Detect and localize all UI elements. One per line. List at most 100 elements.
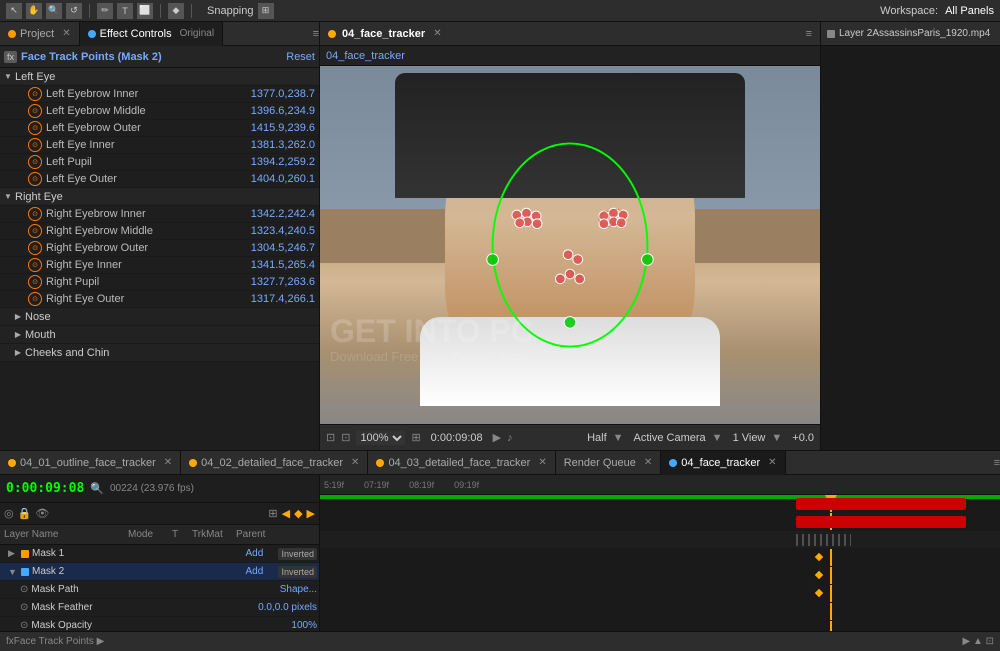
right-eyebrow-middle[interactable]: ⊙ Right Eyebrow Middle 1323.4,240.5	[0, 223, 319, 240]
solo-icon[interactable]: ◎	[4, 507, 14, 520]
mask1-expand[interactable]: ▶	[8, 548, 18, 559]
reset-button[interactable]: Reset	[286, 51, 315, 63]
viewer-icon-2[interactable]: ⊡	[341, 431, 350, 444]
tab-dot-02	[189, 459, 197, 467]
mask2-color	[21, 568, 29, 576]
stopwatch-icon-10: ⊙	[28, 275, 42, 289]
center-panel: 04_face_tracker ✕ ≡ 04_face_tracker	[320, 22, 820, 450]
nose-expand-icon	[14, 313, 22, 321]
layer-mask2[interactable]: ▼ Mask 2 Add Inverted	[0, 563, 319, 581]
col-t: T	[172, 529, 188, 540]
comp-panel-menu[interactable]: ≡	[806, 28, 812, 40]
zoom-select[interactable]: 100% 50% 200%	[356, 431, 405, 445]
layer-viewer-area	[821, 46, 1000, 450]
section-nose[interactable]: Nose	[0, 308, 319, 326]
left-eye-outer[interactable]: ⊙ Left Eye Outer 1404.0,260.1	[0, 171, 319, 188]
tab-04-02[interactable]: 04_02_detailed_face_tracker ✕	[181, 451, 368, 475]
layer-mask-path[interactable]: ⊙ Mask Path Shape...	[0, 581, 319, 599]
tab-close-01[interactable]: ✕	[164, 457, 172, 468]
right-panel-header: Layer 2AssassinsParis_1920.mp4	[821, 22, 1000, 46]
right-pupil[interactable]: ⊙ Right Pupil 1327.7,263.6	[0, 274, 319, 291]
views-dropdown[interactable]: ▼	[771, 432, 782, 444]
tab-render-queue[interactable]: Render Queue ✕	[556, 451, 662, 475]
viewer-area[interactable]: GET INTO PC Download Free Your Desired A…	[320, 66, 820, 424]
zoom-tool-icon[interactable]: 🔍	[46, 3, 62, 19]
playback-icon[interactable]: ▶	[493, 431, 501, 444]
tab-close-03[interactable]: ✕	[538, 457, 546, 468]
timeline-column-headers: Layer Name Mode T TrkMat Parent	[0, 525, 319, 545]
timeline-panel-menu[interactable]: ≡	[994, 457, 1000, 469]
right-eyebrow-inner[interactable]: ⊙ Right Eyebrow Inner 1342.2,242.4	[0, 206, 319, 223]
mask-path-value[interactable]: Shape...	[280, 584, 317, 595]
section-right-eye[interactable]: Right Eye	[0, 188, 319, 206]
puppet-tool-icon[interactable]: ◆	[168, 3, 184, 19]
left-eyebrow-outer[interactable]: ⊙ Left Eyebrow Outer 1415.9,239.6	[0, 120, 319, 137]
tab-dot-03	[376, 459, 384, 467]
rotate-tool-icon[interactable]: ↺	[66, 3, 82, 19]
keyframe-nav-prev[interactable]: ◀	[282, 507, 290, 520]
shy-icon[interactable]: 👁	[35, 507, 49, 520]
lock-icon[interactable]: 🔒	[18, 507, 32, 520]
right-eye-inner[interactable]: ⊙ Right Eye Inner 1341.5,265.4	[0, 257, 319, 274]
expand-all-icon[interactable]: ⊞	[268, 507, 277, 520]
layer-mask-opacity[interactable]: ⊙ Mask Opacity 100%	[0, 617, 319, 631]
tab-close-face[interactable]: ✕	[768, 457, 776, 468]
left-eyebrow-middle[interactable]: ⊙ Left Eyebrow Middle 1396.6,234.9	[0, 103, 319, 120]
section-left-eye[interactable]: Left Eye	[0, 68, 319, 86]
tab-04-face[interactable]: 04_face_tracker ✕	[661, 451, 785, 475]
quality-select[interactable]: Half	[587, 432, 607, 444]
text-tool-icon[interactable]: T	[117, 3, 133, 19]
comp-tab-close[interactable]: ✕	[433, 28, 441, 39]
right-eye-expand-icon	[4, 193, 12, 201]
pen-tool-icon[interactable]: ✏	[97, 3, 113, 19]
timeline-tabs: 04_01_outline_face_tracker ✕ 04_02_detai…	[0, 451, 1000, 475]
keyframe-nav-next[interactable]: ▶	[307, 507, 315, 520]
quality-dropdown[interactable]: ▼	[613, 432, 624, 444]
viewer-icon-1[interactable]: ⊡	[326, 431, 335, 444]
keyframe-diamond-2	[815, 571, 823, 579]
fit-icon[interactable]: ⊞	[411, 431, 420, 444]
stopwatch-icon-1: ⊙	[28, 104, 42, 118]
right-eye-outer[interactable]: ⊙ Right Eye Outer 1317.4,266.1	[0, 291, 319, 308]
time-code-display[interactable]: 0:00:09:08	[6, 481, 84, 496]
tab-project[interactable]: Project ✕	[0, 22, 80, 46]
project-tab-close[interactable]: ✕	[62, 28, 70, 39]
tab-04-01[interactable]: 04_01_outline_face_tracker ✕	[0, 451, 181, 475]
tab-close-02[interactable]: ✕	[351, 457, 359, 468]
camera-dropdown[interactable]: ▼	[712, 432, 723, 444]
keyframe-add[interactable]: ◆	[294, 507, 302, 520]
layer-mask1[interactable]: ▶ Mask 1 Add Inverted	[0, 545, 319, 563]
section-mouth[interactable]: Mouth	[0, 326, 319, 344]
opacity-icon: ⊙	[20, 620, 28, 631]
layer-mask-feather[interactable]: ⊙ Mask Feather 0.0,0.0 pixels	[0, 599, 319, 617]
panel-menu-icon[interactable]: ≡	[313, 28, 319, 40]
tab-close-rq[interactable]: ✕	[644, 457, 652, 468]
comp-tab-dot	[328, 30, 336, 38]
keyframe-diamond-3	[815, 589, 823, 597]
section-cheeks[interactable]: Cheeks and Chin	[0, 344, 319, 362]
composition-tab[interactable]: 04_face_tracker	[342, 28, 425, 40]
shape-tool-icon[interactable]: ⬜	[137, 3, 153, 19]
mask-opacity-value[interactable]: 100%	[291, 620, 317, 631]
tab-04-03[interactable]: 04_03_detailed_face_tracker ✕	[368, 451, 555, 475]
toolbar-sep-2	[160, 4, 161, 18]
camera-label: Active Camera	[634, 432, 706, 444]
tab-effect-controls[interactable]: Effect Controls Original	[80, 22, 223, 46]
right-eyebrow-outer[interactable]: ⊙ Right Eyebrow Outer 1304.5,246.7	[0, 240, 319, 257]
left-pupil[interactable]: ⊙ Left Pupil 1394.2,259.2	[0, 154, 319, 171]
left-eye-inner[interactable]: ⊙ Left Eye Inner 1381.3,262.0	[0, 137, 319, 154]
stopwatch-icon-3: ⊙	[28, 138, 42, 152]
audio-icon[interactable]: ♪	[507, 432, 513, 444]
timeline-controls: 0:00:09:08 🔍 00224 (23.976 fps)	[0, 475, 319, 503]
left-eyebrow-inner[interactable]: ⊙ Left Eyebrow Inner 1377.0,238.7	[0, 86, 319, 103]
viewer-breadcrumb: 04_face_tracker	[320, 46, 820, 66]
track-mask-path	[320, 531, 1000, 549]
mask-feather-value[interactable]: 0.0,0.0 pixels	[258, 602, 317, 613]
stopwatch-icon-6: ⊙	[28, 207, 42, 221]
snapping-toggle[interactable]: ⊞	[258, 3, 274, 19]
hand-tool-icon[interactable]: ✋	[26, 3, 42, 19]
mask2-expand[interactable]: ▼	[8, 567, 18, 577]
search-icon[interactable]: 🔍	[90, 482, 104, 495]
select-tool-icon[interactable]: ↖	[6, 3, 22, 19]
col-mode: Mode	[128, 529, 168, 540]
